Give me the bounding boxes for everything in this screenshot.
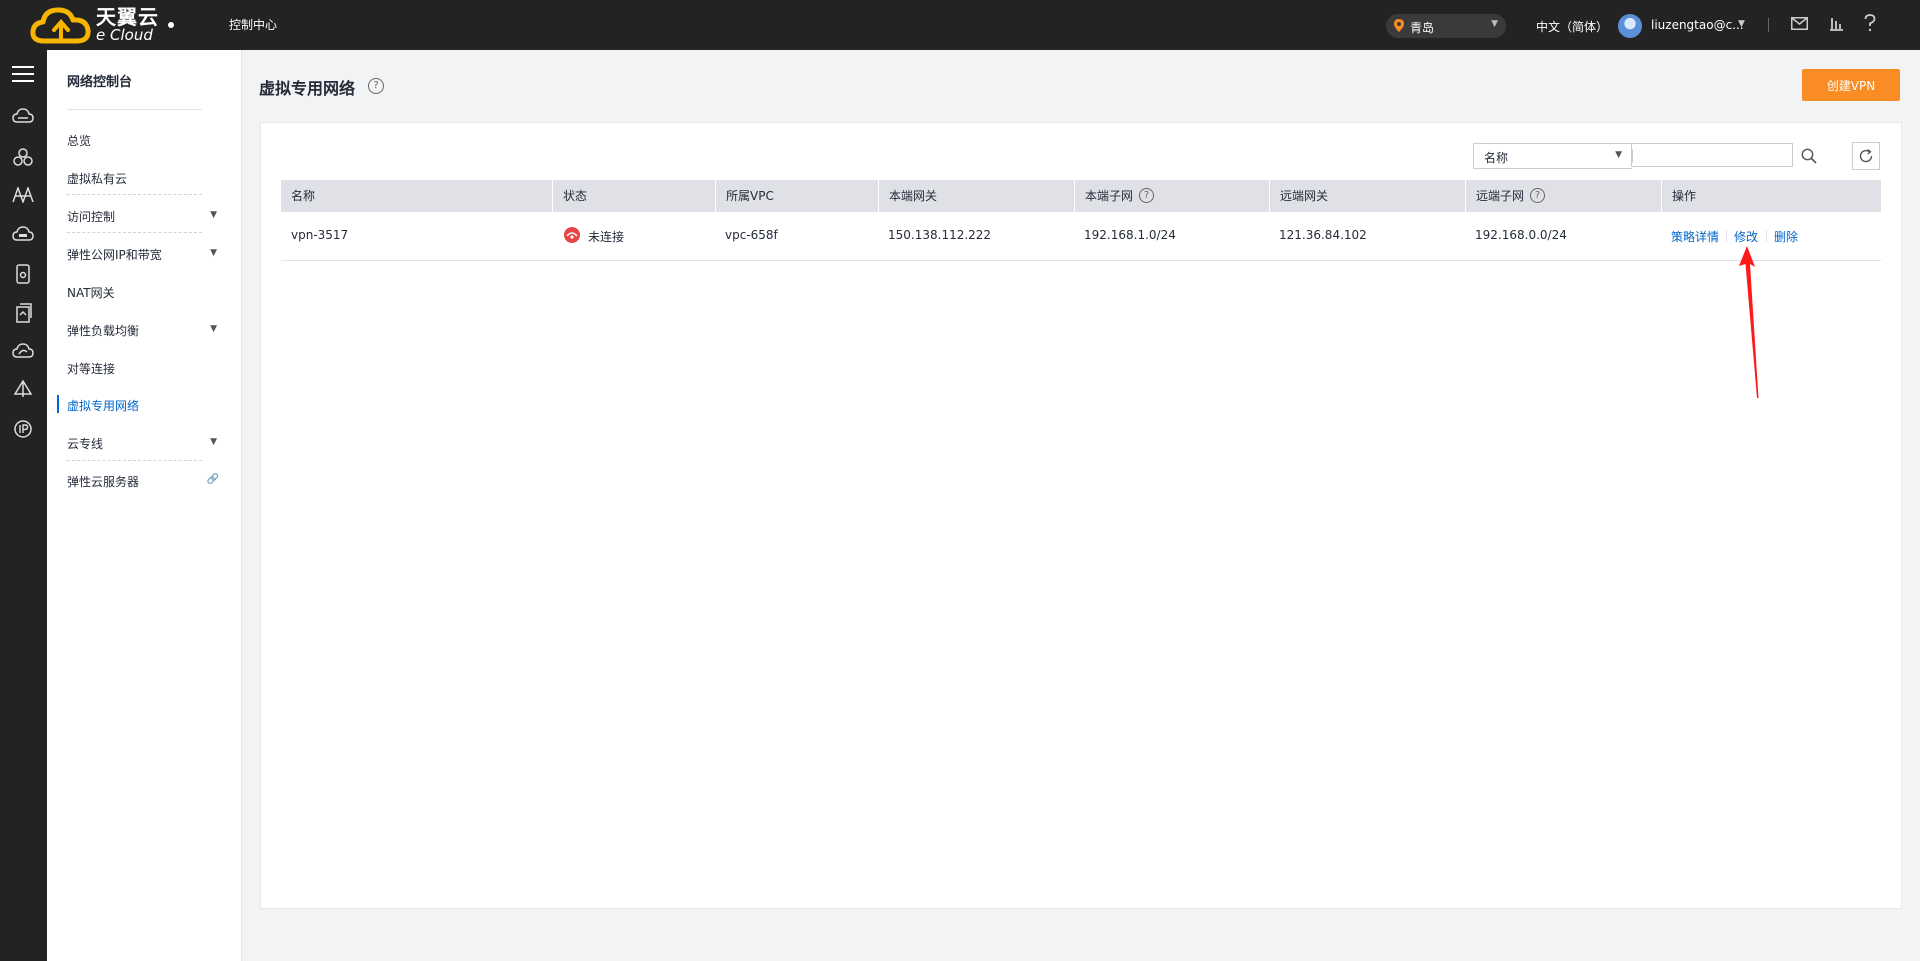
user-menu[interactable]: liuzengtao@c... [1651,18,1744,32]
cdn-icon[interactable] [12,187,34,203]
local-gateway: 150.138.112.222 [888,228,992,242]
nav-item-label: 弹性负载均衡 [67,324,140,338]
help-icon[interactable]: ? [1139,188,1155,203]
divider [67,460,202,461]
nav-item-label: 访问控制 [67,210,116,224]
nav-item-nat-gateway[interactable]: NAT网关 [67,284,229,304]
nav-item-access-control[interactable]: 访问控制 ▼ [67,208,229,228]
help-icon[interactable] [1864,14,1876,32]
nav-item-ecs[interactable]: 弹性云服务器 🔗 [67,473,229,493]
remote-gateway: 121.36.84.102 [1279,228,1367,242]
nav-item-label: 云专线 [67,437,104,451]
nav-item-vpc[interactable]: 虚拟私有云 [67,170,229,190]
chevron-down-icon: ▼ [210,248,217,258]
network-console-nav: 网络控制台 总览 虚拟私有云 访问控制 ▼ 弹性公网IP和带宽 ▼ NAT网关 … [47,50,242,961]
nav-item-elb[interactable]: 弹性负载均衡 ▼ [67,322,229,342]
location-pin-icon [1394,19,1404,32]
status-label: 未连接 [588,230,625,244]
nav-item-label: 虚拟专用网络 [67,399,140,413]
chevron-down-icon: ▼ [210,324,217,334]
divider [1726,230,1727,242]
ip-icon[interactable] [12,420,34,438]
divider [1768,18,1769,32]
remote-subnet: 192.168.0.0/24 [1475,228,1567,242]
column-header-actions: 操作 [1661,180,1881,212]
cloud-sync-icon[interactable] [12,343,34,359]
column-header-remote-gateway: 远端网关 [1269,180,1465,212]
page-title: 虚拟专用网络 [259,79,356,98]
refresh-icon [1859,148,1873,163]
divider [67,109,202,110]
local-subnet: 192.168.1.0/24 [1084,228,1176,242]
column-header-remote-subnet: 远端子网? [1465,180,1661,212]
filter-field-label: 名称 [1484,151,1509,165]
logo-english-text: e Cloud [96,26,153,44]
nav-item-direct-connect[interactable]: 云专线 ▼ [67,435,229,455]
cloud-logo-icon [30,7,91,44]
chart-icon[interactable] [1829,16,1844,31]
disconnected-status-icon [564,227,580,243]
nav-item-label: 弹性云服务器 [67,475,140,489]
nav-item-label: 总览 [67,134,92,148]
network-icon[interactable] [12,380,34,398]
policy-details-link[interactable]: 策略详情 [1671,228,1719,245]
cloud-host-icon[interactable] [12,108,34,124]
filter-field-select[interactable]: 名称 ▼ [1473,143,1632,169]
service-icon-rail [0,50,47,961]
divider [67,194,202,195]
menu-icon[interactable] [12,66,34,82]
nav-item-label: NAT网关 [67,286,115,300]
help-icon[interactable]: ? [1530,188,1546,203]
nav-item-vpn[interactable]: 虚拟专用网络 [67,397,229,417]
top-bar: 天翼云 e Cloud 控制中心 青岛 ▼ 中文（简体） liuzengtao@… [0,0,1920,50]
chevron-down-icon: ▼ [210,437,217,447]
logo-dot [168,22,174,28]
vpc-link[interactable]: vpc-658f [725,228,778,242]
avatar[interactable] [1618,14,1642,38]
cluster-icon[interactable] [12,148,34,166]
nav-item-peering[interactable]: 对等连接 [67,360,229,380]
nav-item-label: 弹性公网IP和带宽 [67,248,162,262]
nav-item-overview[interactable]: 总览 [67,132,229,152]
search-icon[interactable] [1801,148,1817,164]
help-icon[interactable]: ? [368,78,384,94]
region-label: 青岛 [1410,21,1435,35]
external-link-icon: 🔗 [206,474,219,485]
vpn-name: vpn-3517 [291,228,349,242]
disk-icon[interactable] [12,264,34,284]
console-link[interactable]: 控制中心 [229,16,277,33]
nav-item-eip-bandwidth[interactable]: 弹性公网IP和带宽 ▼ [67,246,229,266]
mail-icon[interactable] [1791,17,1808,30]
column-header-name: 名称 [291,189,316,203]
column-header-local-subnet: 本端子网? [1074,180,1269,212]
vpn-list-card: 名称 ▼ 名称 状态 所属VPC 本端网关 本端子网? 远端网关 远端子网? 操… [260,122,1902,909]
column-header-local-gateway: 本端网关 [878,180,1074,212]
language-selector[interactable]: 中文（简体） [1536,18,1608,35]
table-row: vpn-3517 未连接 vpc-658f 150.138.112.222 19… [281,212,1881,261]
table-header: 名称 状态 所属VPC 本端网关 本端子网? 远端网关 远端子网? 操作 [281,180,1881,212]
chevron-down-icon[interactable]: ▼ [1738,19,1745,29]
refresh-button[interactable] [1852,142,1880,170]
nav-title: 网络控制台 [67,75,133,90]
region-selector[interactable]: 青岛 ▼ [1386,14,1506,38]
divider [1632,149,1633,163]
column-header-status: 状态 [552,180,715,212]
backup-icon[interactable] [12,303,34,323]
chevron-down-icon: ▼ [210,210,217,220]
search-input[interactable] [1631,143,1793,167]
active-indicator [57,395,59,413]
delete-link[interactable]: 删除 [1774,228,1798,245]
cloud-storage-icon[interactable] [12,226,34,242]
divider [67,232,202,233]
chevron-down-icon: ▼ [1615,150,1622,160]
column-header-vpc: 所属VPC [715,180,878,212]
nav-item-label: 虚拟私有云 [67,172,128,186]
ecloud-logo[interactable]: 天翼云 e Cloud [30,5,159,45]
annotation-arrow-icon [1739,246,1759,398]
chevron-down-icon: ▼ [1491,19,1498,29]
create-vpn-button[interactable]: 创建VPN [1802,69,1900,101]
nav-item-label: 对等连接 [67,362,116,376]
logo-chinese-text: 天翼云 [96,5,159,29]
